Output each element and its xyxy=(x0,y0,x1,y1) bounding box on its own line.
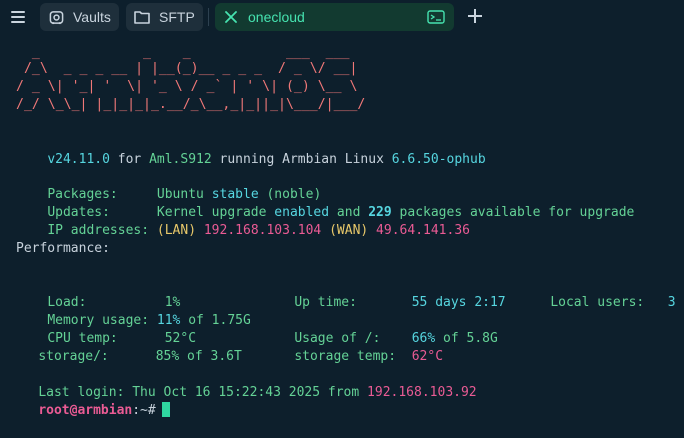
ip-line: IP addresses: (LAN) 192.168.103.104 (WAN… xyxy=(47,223,470,238)
users-stat: Local users: 3 xyxy=(550,295,676,310)
tab-label: Vaults xyxy=(73,9,111,25)
performance-heading: Performance: xyxy=(16,241,110,256)
storage-temp-stat: storage temp: 62°C xyxy=(294,349,444,364)
folder-icon xyxy=(134,9,150,25)
usage-stat: Usage of /: 66% of 5.8G xyxy=(294,331,498,346)
banner-line: / _ \| '_| ' \| '_ \ / _` | ' \| (_) \__… xyxy=(16,79,358,94)
tab-label: onecloud xyxy=(248,9,305,25)
shell-prompt[interactable]: root@armbian:~# xyxy=(7,384,170,418)
tab-bar: Vaults SFTP onecloud xyxy=(0,0,684,34)
terminal-output[interactable]: _ _ _ ___ ___ /_\ _ _ _ __ | |__(_)__ _ … xyxy=(0,44,684,418)
last-login-line: Last login: Thu Oct 16 15:22:43 2025 fro… xyxy=(38,385,477,400)
storage-line: storage/: 85% of 3.6T xyxy=(38,349,242,364)
close-icon[interactable] xyxy=(223,9,239,25)
banner-line: /_\ _ _ _ __ | |__(_)__ _ _ _ / _ \/ __| xyxy=(16,61,358,76)
tab-vaults[interactable]: Vaults xyxy=(40,3,119,31)
updates-line: Updates: Kernel upgrade enabled and 229 … xyxy=(47,205,635,220)
tab-sftp[interactable]: SFTP xyxy=(126,3,203,31)
tab-label: SFTP xyxy=(159,9,195,25)
uptime-stat: Up time: 55 days 2:17 xyxy=(294,295,506,310)
divider xyxy=(208,8,209,26)
version-line: v24.11.0 for Aml.S912 running Armbian Li… xyxy=(47,152,486,167)
tab-onecloud[interactable]: onecloud xyxy=(215,3,454,31)
menu-icon[interactable] xyxy=(9,8,27,26)
vault-icon xyxy=(48,9,64,25)
memory-line: Memory usage: 11% of 1.75G xyxy=(47,313,251,328)
text-cursor xyxy=(161,402,170,417)
packages-line: Packages: Ubuntu stable (noble) xyxy=(47,187,322,202)
cpu-temp-line: CPU temp: 52°C xyxy=(47,331,197,346)
terminal-icon[interactable] xyxy=(427,9,445,25)
new-tab-button[interactable] xyxy=(466,7,484,25)
banner-line: /_/ \_\_| |_|_|_|_.__/_\__,_|_||_|\___/|… xyxy=(16,97,366,112)
load-line: Load: 1% xyxy=(47,295,181,310)
